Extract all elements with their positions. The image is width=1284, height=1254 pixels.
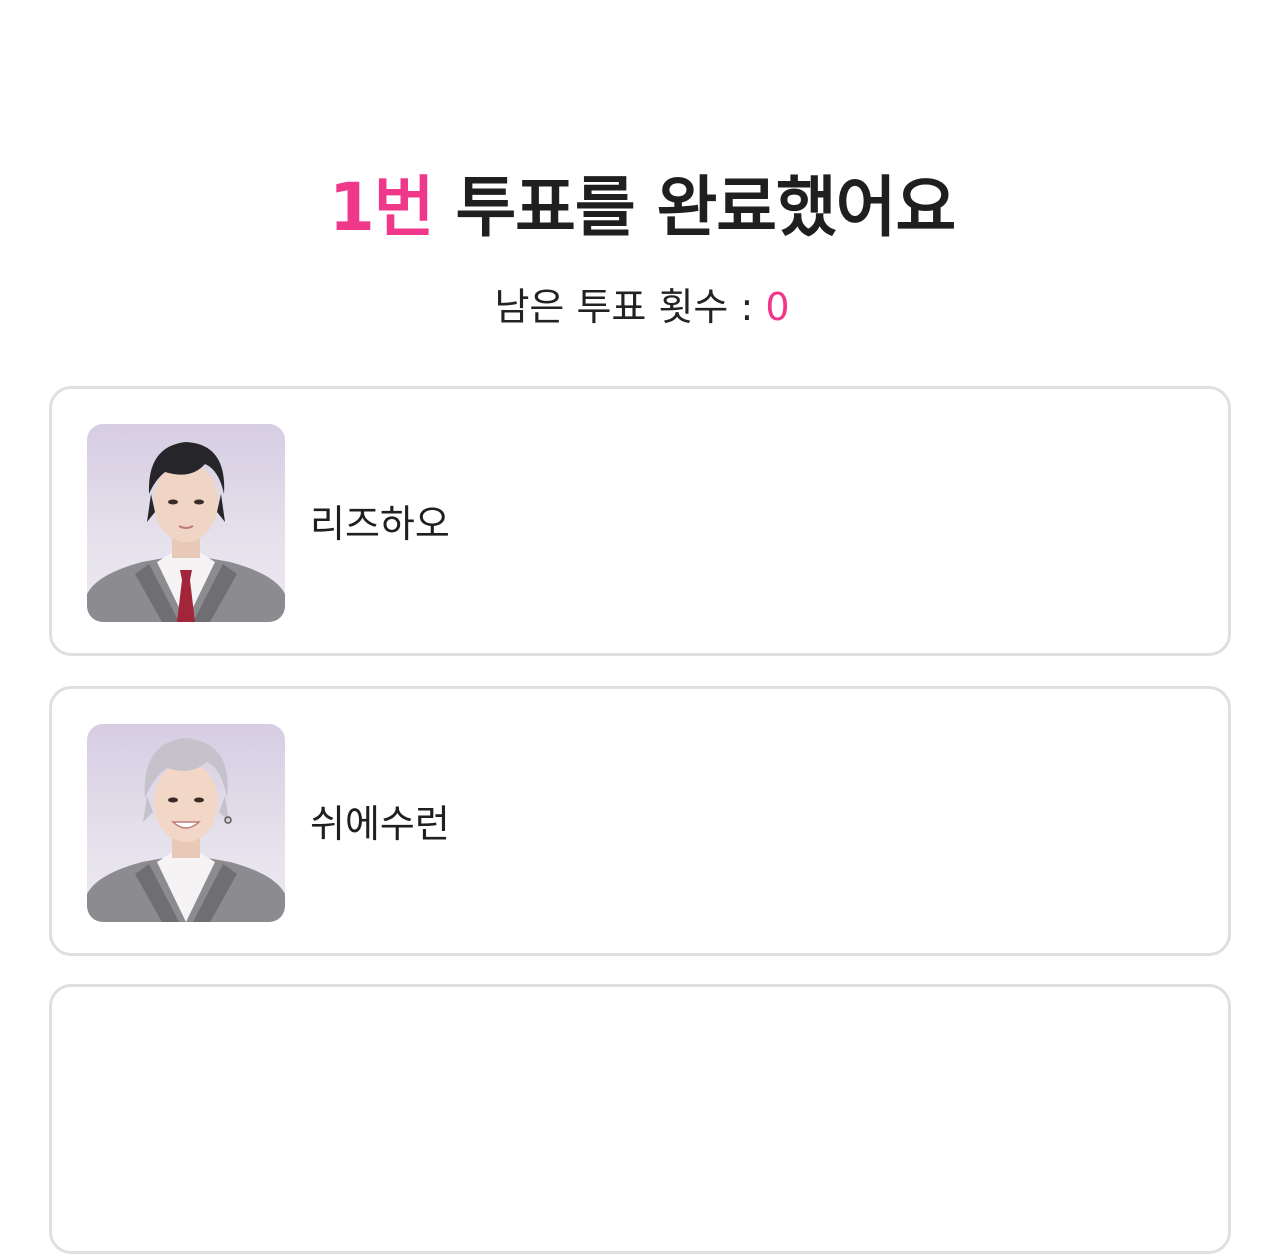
vote-complete-header: 1번 투표를 완료했어요 xyxy=(0,168,1284,248)
candidate-photo xyxy=(87,424,285,622)
candidate-photo xyxy=(87,724,285,922)
candidate-card[interactable]: 리즈하오 xyxy=(49,386,1231,656)
candidate-name: 리즈하오 xyxy=(310,502,450,546)
remaining-votes-count: 0 xyxy=(765,285,790,329)
remaining-votes: 남은 투표 횟수 : 0 xyxy=(0,282,1284,332)
title-text: 투표를 완료했어요 xyxy=(433,169,956,246)
candidate-name: 쉬에수런 xyxy=(310,802,450,846)
vote-number: 1번 xyxy=(328,169,435,246)
page-title: 1번 투표를 완료했어요 xyxy=(0,168,1284,248)
candidate-card[interactable]: 쉬에수런 xyxy=(49,686,1231,956)
candidate-card[interactable] xyxy=(49,984,1231,1254)
portrait-icon xyxy=(87,738,285,922)
remaining-votes-label: 남은 투표 횟수 : xyxy=(494,285,766,329)
portrait-icon xyxy=(87,442,285,622)
